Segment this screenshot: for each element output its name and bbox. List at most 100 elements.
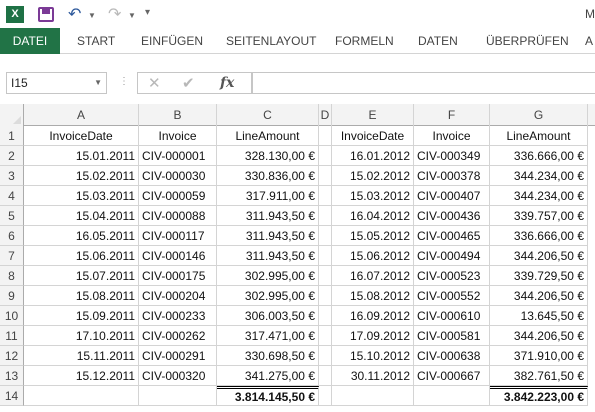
table-cell[interactable] xyxy=(319,286,332,306)
table-cell[interactable]: CIV-000204 xyxy=(139,286,217,306)
table-cell[interactable]: CIV-000494 xyxy=(414,246,490,266)
table-cell[interactable]: 330.698,50 € xyxy=(217,346,319,366)
table-cell[interactable]: 339.729,50 € xyxy=(490,266,588,286)
select-all-corner[interactable] xyxy=(0,104,24,126)
table-cell[interactable]: 382.761,50 € xyxy=(490,366,588,386)
total-cell[interactable]: 3.842.223,00 € xyxy=(490,386,588,406)
row-header[interactable]: 10 xyxy=(0,306,24,326)
tab-page-layout[interactable]: SEITENLAYOUT xyxy=(226,28,316,54)
table-cell[interactable]: 328.130,00 € xyxy=(217,146,319,166)
table-cell[interactable]: 15.02.2011 xyxy=(24,166,139,186)
table-cell[interactable] xyxy=(319,306,332,326)
column-header-a[interactable]: A xyxy=(24,104,139,126)
table-cell[interactable]: CIV-000349 xyxy=(414,146,490,166)
row-header[interactable]: 3 xyxy=(0,166,24,186)
column-title-cell[interactable]: Invoice xyxy=(139,126,217,146)
redo-icon[interactable]: ↷ xyxy=(108,4,121,24)
row-header[interactable]: 9 xyxy=(0,286,24,306)
table-cell[interactable]: CIV-000030 xyxy=(139,166,217,186)
total-cell[interactable] xyxy=(139,386,217,406)
table-cell[interactable]: CIV-000059 xyxy=(139,186,217,206)
table-cell[interactable]: CIV-000088 xyxy=(139,206,217,226)
table-cell[interactable]: 339.757,00 € xyxy=(490,206,588,226)
row-header[interactable]: 12 xyxy=(0,346,24,366)
table-cell[interactable]: 15.06.2012 xyxy=(332,246,414,266)
table-cell[interactable]: 15.08.2011 xyxy=(24,286,139,306)
table-cell[interactable]: 311.943,50 € xyxy=(217,226,319,246)
table-cell[interactable]: 336.666,00 € xyxy=(490,226,588,246)
table-cell[interactable]: 344.206,50 € xyxy=(490,286,588,306)
table-cell[interactable]: CIV-000638 xyxy=(414,346,490,366)
table-cell[interactable]: 15.06.2011 xyxy=(24,246,139,266)
table-cell[interactable]: CIV-000146 xyxy=(139,246,217,266)
table-cell[interactable]: 15.03.2011 xyxy=(24,186,139,206)
table-cell[interactable]: CIV-000320 xyxy=(139,366,217,386)
total-cell[interactable]: 3.814.145,50 € xyxy=(217,386,319,406)
row-header[interactable]: 4 xyxy=(0,186,24,206)
table-cell[interactable]: 13.645,50 € xyxy=(490,306,588,326)
column-header-f[interactable]: F xyxy=(414,104,490,126)
table-cell[interactable]: CIV-000233 xyxy=(139,306,217,326)
table-cell[interactable]: CIV-000262 xyxy=(139,326,217,346)
table-cell[interactable]: 15.04.2011 xyxy=(24,206,139,226)
table-cell[interactable]: 16.07.2012 xyxy=(332,266,414,286)
row-header[interactable]: 13 xyxy=(0,366,24,386)
table-cell[interactable] xyxy=(319,166,332,186)
table-cell[interactable]: 344.206,50 € xyxy=(490,326,588,346)
table-cell[interactable]: 15.11.2011 xyxy=(24,346,139,366)
row-header[interactable]: 1 xyxy=(0,126,24,146)
table-cell[interactable]: 15.09.2011 xyxy=(24,306,139,326)
table-cell[interactable]: 17.10.2011 xyxy=(24,326,139,346)
table-cell[interactable]: 15.01.2011 xyxy=(24,146,139,166)
column-title-cell[interactable]: LineAmount xyxy=(490,126,588,146)
row-header[interactable]: 11 xyxy=(0,326,24,346)
tab-home[interactable]: START xyxy=(77,28,115,54)
row-header[interactable]: 6 xyxy=(0,226,24,246)
table-cell[interactable] xyxy=(319,226,332,246)
table-cell[interactable] xyxy=(319,206,332,226)
tab-formulas[interactable]: FORMELN xyxy=(335,28,394,54)
table-cell[interactable]: 15.05.2012 xyxy=(332,226,414,246)
table-cell[interactable] xyxy=(319,266,332,286)
column-title-cell[interactable]: LineAmount xyxy=(217,126,319,146)
undo-icon[interactable]: ↶ xyxy=(68,4,81,24)
tab-file[interactable]: DATEI xyxy=(0,28,60,54)
table-cell[interactable]: 306.003,50 € xyxy=(217,306,319,326)
table-cell[interactable]: 16.05.2011 xyxy=(24,226,139,246)
table-cell[interactable]: 344.234,00 € xyxy=(490,166,588,186)
row-header[interactable]: 7 xyxy=(0,246,24,266)
total-cell[interactable] xyxy=(319,386,332,406)
tab-insert[interactable]: EINFÜGEN xyxy=(141,28,203,54)
table-cell[interactable] xyxy=(319,346,332,366)
insert-function-icon[interactable]: fx xyxy=(220,75,234,91)
table-cell[interactable]: 16.09.2012 xyxy=(332,306,414,326)
table-cell[interactable] xyxy=(319,146,332,166)
table-cell[interactable]: 344.234,00 € xyxy=(490,186,588,206)
table-cell[interactable] xyxy=(319,326,332,346)
table-cell[interactable] xyxy=(319,186,332,206)
column-title-cell[interactable]: Invoice xyxy=(414,126,490,146)
row-header[interactable]: 14 xyxy=(0,386,24,406)
table-cell[interactable]: CIV-000378 xyxy=(414,166,490,186)
table-cell[interactable]: CIV-000465 xyxy=(414,226,490,246)
table-cell[interactable]: CIV-000407 xyxy=(414,186,490,206)
tab-data[interactable]: DATEN xyxy=(418,28,458,54)
table-cell[interactable]: 330.836,00 € xyxy=(217,166,319,186)
table-cell[interactable]: 15.03.2012 xyxy=(332,186,414,206)
table-cell[interactable]: 344.206,50 € xyxy=(490,246,588,266)
cancel-icon[interactable]: ✕ xyxy=(148,74,161,92)
total-cell[interactable] xyxy=(414,386,490,406)
column-title-cell[interactable] xyxy=(319,126,332,146)
table-cell[interactable]: 317.911,00 € xyxy=(217,186,319,206)
table-cell[interactable]: CIV-000117 xyxy=(139,226,217,246)
table-cell[interactable]: CIV-000610 xyxy=(414,306,490,326)
confirm-icon[interactable]: ✔ xyxy=(182,74,195,92)
table-cell[interactable] xyxy=(319,366,332,386)
table-cell[interactable]: CIV-000581 xyxy=(414,326,490,346)
table-cell[interactable]: 311.943,50 € xyxy=(217,206,319,226)
redo-dropdown-icon[interactable]: ▼ xyxy=(128,11,136,20)
name-box[interactable]: I15 ▼ xyxy=(6,72,107,94)
formula-input[interactable] xyxy=(252,72,595,94)
table-cell[interactable]: 15.02.2012 xyxy=(332,166,414,186)
total-cell[interactable] xyxy=(24,386,139,406)
